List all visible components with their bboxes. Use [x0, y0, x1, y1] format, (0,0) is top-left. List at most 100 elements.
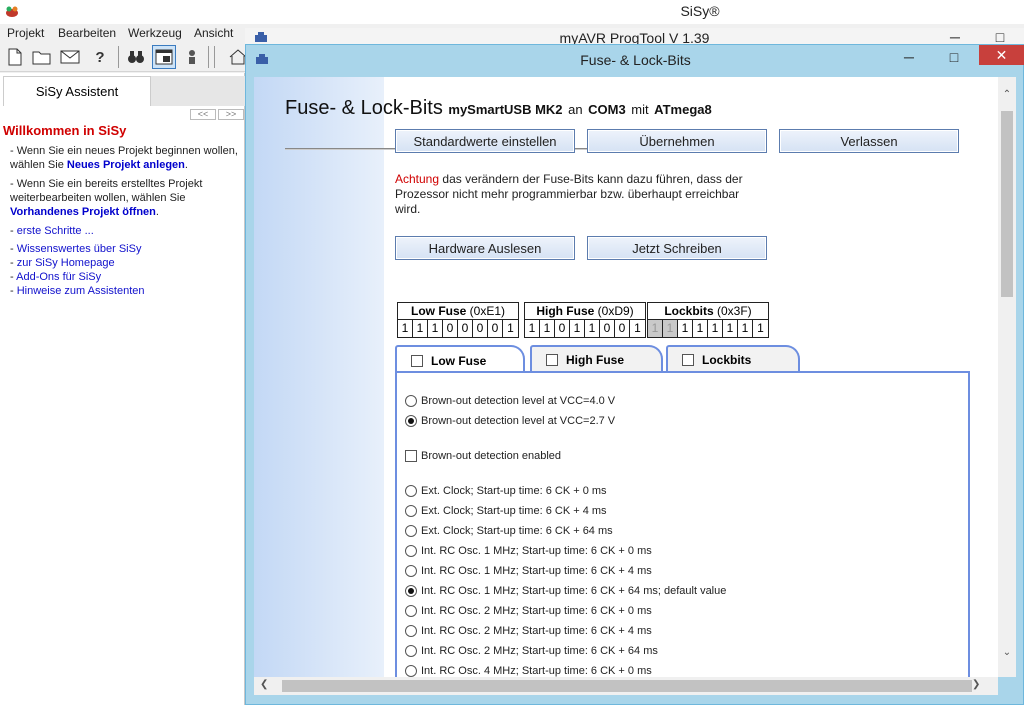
- low-fuse-bit[interactable]: 1: [413, 320, 428, 337]
- binoculars-icon[interactable]: [124, 45, 148, 69]
- scroll-right-icon[interactable]: ❯: [972, 679, 980, 690]
- menu-werkzeug[interactable]: Werkzeug: [128, 26, 182, 40]
- menu-projekt[interactable]: Projekt: [7, 26, 44, 40]
- radio-button[interactable]: [405, 525, 417, 537]
- option-row[interactable]: Int. RC Osc. 1 MHz; Start-up time: 6 CK …: [405, 565, 652, 577]
- read-hardware-button[interactable]: Hardware Auslesen: [395, 236, 575, 260]
- menu-ansicht[interactable]: Ansicht: [194, 26, 233, 40]
- option-row[interactable]: Ext. Clock; Start-up time: 6 CK + 4 ms: [405, 505, 607, 517]
- exit-button[interactable]: Verlassen: [779, 129, 959, 153]
- option-label: Int. RC Osc. 2 MHz; Start-up time: 6 CK …: [421, 625, 652, 637]
- nav-prev-button[interactable]: <<: [190, 109, 216, 120]
- tab-label: Lockbits: [702, 352, 752, 367]
- tab-high-fuse[interactable]: High Fuse: [530, 345, 663, 372]
- option-row[interactable]: Int. RC Osc. 1 MHz; Start-up time: 6 CK …: [405, 545, 652, 557]
- radio-button-selected[interactable]: [405, 585, 417, 597]
- low-fuse-panel: Brown-out detection level at VCC=4.0 V B…: [395, 371, 970, 677]
- option-row[interactable]: Int. RC Osc. 2 MHz; Start-up time: 6 CK …: [405, 605, 652, 617]
- high-fuse-value: (0xD9): [597, 304, 634, 318]
- scroll-down-icon[interactable]: ⌄: [998, 647, 1016, 658]
- radio-button[interactable]: [405, 505, 417, 517]
- tab-checkbox[interactable]: [682, 353, 694, 366]
- new-file-icon[interactable]: [3, 45, 27, 69]
- dialog-maximize-icon[interactable]: □: [934, 47, 974, 67]
- link-first-steps[interactable]: erste Schritte ...: [17, 225, 94, 237]
- low-fuse-bit[interactable]: 0: [443, 320, 458, 337]
- high-fuse-bit[interactable]: 1: [585, 320, 600, 337]
- checkbox[interactable]: [405, 450, 417, 462]
- defaults-button[interactable]: Standardwerte einstellen: [395, 129, 575, 153]
- lockbit-bit[interactable]: 1: [678, 320, 693, 337]
- radio-button[interactable]: [405, 395, 417, 407]
- window-icon[interactable]: [152, 45, 176, 69]
- high-fuse-bit[interactable]: 0: [615, 320, 630, 337]
- high-fuse-bit[interactable]: 1: [540, 320, 555, 337]
- link-addons[interactable]: Add-Ons für SiSy: [16, 271, 101, 283]
- radio-button[interactable]: [405, 605, 417, 617]
- link-homepage[interactable]: zur SiSy Homepage: [17, 257, 115, 269]
- lockbit-bit[interactable]: 1: [753, 320, 768, 337]
- lockbits-name: Lockbits: [664, 304, 714, 318]
- high-fuse-bit[interactable]: 1: [630, 320, 645, 337]
- high-fuse-bit[interactable]: 0: [555, 320, 570, 337]
- apply-button[interactable]: Übernehmen: [587, 129, 767, 153]
- option-row[interactable]: Int. RC Osc. 2 MHz; Start-up time: 6 CK …: [405, 645, 658, 657]
- nav-next-button[interactable]: >>: [218, 109, 244, 120]
- radio-button[interactable]: [405, 645, 417, 657]
- lockbit-bit[interactable]: 1: [708, 320, 723, 337]
- link-open-project[interactable]: Vorhandenes Projekt öffnen: [10, 206, 156, 218]
- tab-sisy-assistent[interactable]: SiSy Assistent: [3, 76, 151, 106]
- radio-button[interactable]: [405, 565, 417, 577]
- option-row[interactable]: Brown-out detection level at VCC=4.0 V: [405, 395, 615, 407]
- write-now-button[interactable]: Jetzt Schreiben: [587, 236, 767, 260]
- lockbit-bit[interactable]: 1: [723, 320, 738, 337]
- horizontal-scroll-thumb[interactable]: [282, 680, 972, 692]
- radio-button[interactable]: [405, 665, 417, 677]
- low-fuse-bit[interactable]: 0: [473, 320, 488, 337]
- option-row[interactable]: Int. RC Osc. 2 MHz; Start-up time: 6 CK …: [405, 625, 652, 637]
- help-icon[interactable]: ?: [88, 45, 112, 69]
- radio-button-selected[interactable]: [405, 415, 417, 427]
- low-fuse-bit[interactable]: 1: [398, 320, 413, 337]
- dialog-close-icon[interactable]: ✕: [979, 45, 1024, 65]
- radio-button[interactable]: [405, 625, 417, 637]
- radio-button[interactable]: [405, 545, 417, 557]
- low-fuse-bit[interactable]: 0: [458, 320, 473, 337]
- radio-button[interactable]: [405, 485, 417, 497]
- low-fuse-bit[interactable]: 1: [428, 320, 443, 337]
- mail-icon[interactable]: [58, 45, 82, 69]
- tab-checkbox[interactable]: [411, 354, 423, 367]
- scroll-left-icon[interactable]: ❮: [260, 679, 268, 690]
- high-fuse-bit[interactable]: 1: [525, 320, 540, 337]
- vertical-scroll-thumb[interactable]: [1001, 111, 1013, 297]
- menu-bearbeiten[interactable]: Bearbeiten: [58, 26, 116, 40]
- tab-low-fuse[interactable]: Low Fuse: [395, 345, 525, 374]
- high-fuse-bit[interactable]: 0: [600, 320, 615, 337]
- decorative-stripe: [254, 77, 384, 677]
- lockbit-bit[interactable]: 1: [693, 320, 708, 337]
- low-fuse-bit[interactable]: 0: [488, 320, 503, 337]
- option-row[interactable]: Brown-out detection enabled: [405, 450, 561, 462]
- tab-lockbits[interactable]: Lockbits: [666, 345, 800, 372]
- option-row[interactable]: Int. RC Osc. 4 MHz; Start-up time: 6 CK …: [405, 665, 652, 677]
- scroll-up-icon[interactable]: ⌃: [998, 89, 1016, 100]
- option-row[interactable]: Ext. Clock; Start-up time: 6 CK + 64 ms: [405, 525, 613, 537]
- high-fuse-bit[interactable]: 1: [570, 320, 585, 337]
- open-folder-icon[interactable]: [30, 45, 54, 69]
- assist-link-hints: - Hinweise zum Assistenten: [10, 285, 145, 297]
- toolbar-separator: [214, 46, 215, 68]
- dialog-minimize-icon[interactable]: ─: [889, 47, 929, 67]
- link-hints[interactable]: Hinweise zum Assistenten: [17, 285, 145, 297]
- person-icon[interactable]: [180, 45, 204, 69]
- lockbit-bit[interactable]: 1: [738, 320, 753, 337]
- option-row[interactable]: Int. RC Osc. 1 MHz; Start-up time: 6 CK …: [405, 585, 726, 597]
- link-wissenswertes[interactable]: Wissenswertes über SiSy: [17, 243, 142, 255]
- tab-checkbox[interactable]: [546, 353, 558, 366]
- para-text: Wenn Sie ein bereits erstelltes Projekt …: [10, 178, 203, 204]
- main-titlebar: SiSy®: [0, 0, 1024, 24]
- link-new-project[interactable]: Neues Projekt anlegen: [67, 159, 185, 171]
- option-row[interactable]: Brown-out detection level at VCC=2.7 V: [405, 415, 615, 427]
- assist-link-homepage: - zur SiSy Homepage: [10, 257, 115, 269]
- low-fuse-bit[interactable]: 1: [503, 320, 518, 337]
- option-row[interactable]: Ext. Clock; Start-up time: 6 CK + 0 ms: [405, 485, 607, 497]
